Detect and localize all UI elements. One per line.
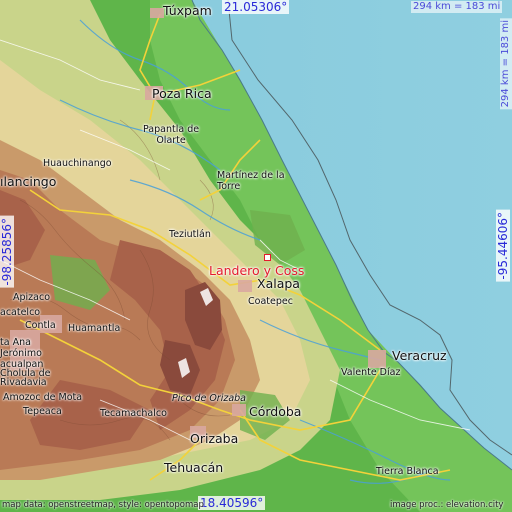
place-orizaba[interactable]: Orizaba [190,432,238,446]
place-tierra-blanca[interactable]: Tierra Blanca [376,466,439,477]
place-cordoba[interactable]: Córdoba [249,405,301,419]
place-apizaco[interactable]: Apizaco [13,292,50,303]
scale-horizontal: 294 km = 183 mi [411,1,503,13]
bottom-latitude: 18.40596° [198,496,266,510]
place-valente-diaz[interactable]: Valente Díaz [341,367,400,378]
scale-vertical: 294 km = 183 mi [500,18,512,110]
topographic-map[interactable]: Túxpam Poza Rica Papantla de Olarte Huau… [0,0,512,512]
place-veracruz[interactable]: Veracruz [392,349,447,363]
place-tuxpam[interactable]: Túxpam [163,4,212,18]
place-tulancingo[interactable]: ılancingo [0,175,56,189]
place-contla[interactable]: Contla [25,320,56,331]
place-tehuacan[interactable]: Tehuacán [164,461,223,475]
place-tecamachalco[interactable]: Tecamachalco [100,408,167,419]
place-martinez-de-la-torre[interactable]: Martínez de la Torre [217,170,285,192]
place-san-jeronimo[interactable]: Jerónimo acualpan [0,348,43,370]
highlight-place-label[interactable]: Landero y Coss [209,263,304,278]
top-latitude: 21.05306° [222,0,290,14]
place-coatepec[interactable]: Coatepec [248,296,293,307]
left-longitude: -98.25856° [0,216,14,288]
place-pico-de-orizaba[interactable]: Pico de Orizaba [172,393,246,404]
place-teziutlan[interactable]: Teziutlán [169,229,211,240]
place-santa-ana[interactable]: ta Ana [0,337,31,348]
place-zacatelco[interactable]: acatelco [0,307,40,318]
credit-image-proc: image proc.: elevation.city [390,500,504,510]
place-tepeaca[interactable]: Tepeaca [23,406,62,417]
place-rivadavia[interactable]: Rivadavia [0,377,47,388]
right-longitude: -95.44606° [496,210,510,282]
place-papantla[interactable]: Papantla de Olarte [143,124,199,146]
place-xalapa[interactable]: Xalapa [257,277,300,291]
place-huamantla[interactable]: Huamantla [68,323,120,334]
place-amozoc[interactable]: Amozoc de Mota [3,392,82,403]
highlight-marker[interactable] [264,254,271,261]
credit-map-data: map data: openstreetmap, style: opentopo… [2,500,204,510]
terrain-layer [0,0,512,512]
place-huauchinango[interactable]: Huauchinango [43,158,112,169]
place-poza-rica[interactable]: Poza Rica [152,87,212,101]
